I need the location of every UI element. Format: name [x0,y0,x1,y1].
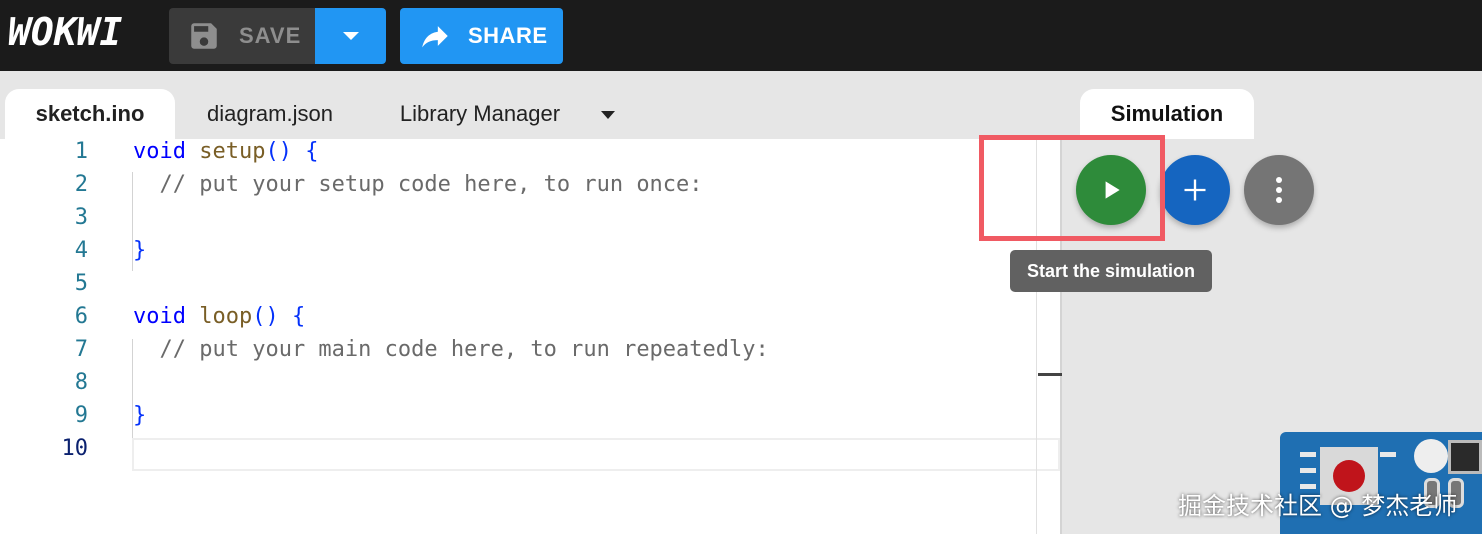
tab-library-manager[interactable]: Library Manager [380,89,580,139]
function-name: setup [199,139,266,164]
tab-sketch-ino[interactable]: sketch.ino [5,89,175,139]
board-pad [1380,452,1396,457]
code-comment: // put your main code here, to run repea… [133,337,769,362]
board-chip [1448,440,1482,474]
line-number: 1 [74,139,88,164]
more-vertical-icon [1276,177,1282,203]
closing-brace: } [133,238,147,263]
plus-icon [1184,179,1206,201]
share-arrow-icon [422,26,448,48]
top-toolbar: WOKWI SAVE SHARE [0,0,1482,71]
line-number: 10 [61,436,89,461]
code-line: 3 [0,205,1040,238]
code-line: 9 } [0,403,1040,436]
line-number: 9 [74,403,88,428]
line-number: 5 [74,271,88,296]
code-line: 2 // put your setup code here, to run on… [0,172,1040,205]
tab-simulation[interactable]: Simulation [1080,89,1254,139]
line-number: 6 [74,304,88,329]
code-line: 5 [0,271,1040,304]
more-options-button[interactable] [1244,155,1314,225]
line-number: 4 [74,238,88,263]
closing-brace: } [133,403,147,428]
line-content: void setup() { [133,139,318,164]
board-pad [1300,452,1316,457]
line-number: 2 [74,172,88,197]
function-name: loop [199,304,253,329]
code-line: 7 // put your main code here, to run rep… [0,337,1040,370]
editor-tab-bar: sketch.ino diagram.json Library Manager [0,71,1062,139]
annotation-highlight-box [979,135,1165,241]
scrollbar-cursor-marker[interactable] [1038,373,1062,376]
line-number: 7 [74,337,88,362]
line-number: 3 [74,205,88,230]
board-pad [1300,468,1316,473]
punctuation: () { [252,304,306,329]
code-line: 4 } [0,238,1040,271]
code-line: 8 [0,370,1040,403]
floppy-disk-icon [191,23,217,49]
add-part-button[interactable] [1160,155,1230,225]
caret-down-icon [342,32,359,40]
wokwi-logo[interactable]: WOKWI [8,10,122,54]
share-button[interactable]: SHARE [400,8,563,64]
save-options-dropdown[interactable] [315,8,386,64]
start-simulation-tooltip: Start the simulation [1010,250,1212,292]
code-line: 1 void setup() { [0,139,1040,172]
mounting-hole [1414,439,1448,473]
code-line: 10 [0,436,1040,469]
keyword: void [133,139,186,164]
code-comment: // put your setup code here, to run once… [133,172,703,197]
punctuation: () { [265,139,319,164]
code-line: 6 void loop() { [0,304,1040,337]
save-button[interactable]: SAVE [169,8,315,64]
share-button-label: SHARE [468,23,548,48]
watermark: 掘金技术社区 @ 梦杰老师 [1178,492,1458,520]
save-button-group: SAVE [169,8,386,64]
keyword: void [133,304,186,329]
tab-diagram-json[interactable]: diagram.json [190,89,350,139]
save-button-label: SAVE [239,23,302,48]
code-editor-pane: sketch.ino diagram.json Library Manager … [0,71,1062,534]
line-content: void loop() { [133,304,305,329]
line-number: 8 [74,370,88,395]
code-area[interactable]: 1 void setup() { 2 // put your setup cod… [0,139,1060,534]
caret-down-icon[interactable] [596,107,620,127]
